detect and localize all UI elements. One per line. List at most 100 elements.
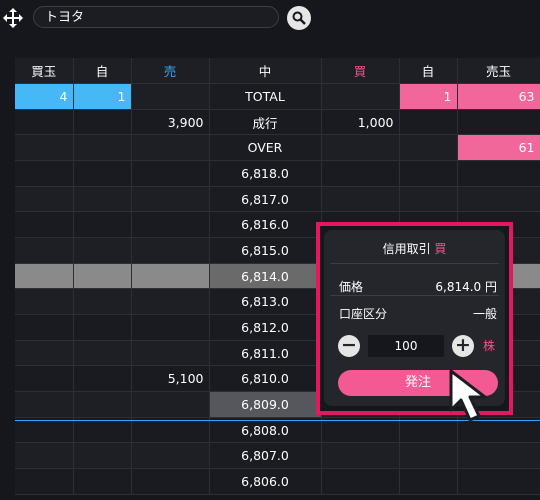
order-type-label: 信用取引 bbox=[382, 242, 431, 256]
board-cell[interactable] bbox=[73, 365, 132, 393]
board-price: 6,809.0 bbox=[209, 391, 322, 418]
board-price: 6,815.0 bbox=[209, 237, 322, 264]
board-cell[interactable] bbox=[457, 109, 540, 136]
pointer-cursor-icon bbox=[449, 369, 487, 422]
board-cell[interactable]: 3,900 bbox=[131, 109, 210, 136]
board-cell[interactable] bbox=[399, 442, 458, 469]
move-icon[interactable] bbox=[3, 8, 23, 28]
board-cell[interactable]: 1 bbox=[399, 83, 458, 110]
board-cell[interactable] bbox=[131, 417, 210, 444]
quantity-unit: 株 bbox=[483, 339, 496, 353]
board-cell[interactable] bbox=[73, 237, 132, 264]
board-cell[interactable]: 61 bbox=[457, 134, 540, 162]
board-cell[interactable] bbox=[15, 211, 74, 239]
account-type-label: 口座区分 bbox=[339, 307, 388, 321]
board-row: 6,818.0 bbox=[15, 160, 540, 187]
board-cell[interactable] bbox=[399, 468, 458, 495]
board-cell[interactable] bbox=[399, 186, 458, 213]
quantity-input[interactable]: 100 bbox=[368, 335, 444, 357]
board-price: 6,814.0 bbox=[209, 263, 322, 290]
board-cell[interactable] bbox=[457, 186, 540, 213]
board-cell[interactable] bbox=[131, 314, 210, 341]
board-cell[interactable] bbox=[457, 442, 540, 469]
board-cell[interactable] bbox=[73, 391, 132, 418]
board-cell[interactable] bbox=[73, 211, 132, 239]
board-cell[interactable] bbox=[15, 237, 74, 264]
board-cell[interactable]: 1 bbox=[73, 83, 132, 110]
board-price: 6,808.0 bbox=[209, 417, 322, 444]
board-cell[interactable] bbox=[73, 468, 132, 495]
board-row-over: OVER 61 bbox=[15, 134, 540, 162]
search-input[interactable]: トヨタ bbox=[33, 6, 279, 28]
board-cell[interactable] bbox=[321, 417, 400, 444]
board-cell[interactable] bbox=[131, 288, 210, 316]
board-cell[interactable] bbox=[321, 186, 400, 213]
board-cell[interactable] bbox=[15, 288, 74, 316]
board-cell[interactable] bbox=[73, 134, 132, 162]
board-cell[interactable] bbox=[399, 160, 458, 187]
board-cell[interactable] bbox=[15, 314, 74, 341]
board-cell[interactable] bbox=[73, 186, 132, 213]
board-cell[interactable] bbox=[15, 109, 74, 136]
board-price: 成行 bbox=[209, 109, 322, 136]
board-cell[interactable] bbox=[15, 160, 74, 187]
header-buy-position: 買玉 bbox=[15, 58, 74, 85]
header-own-buy: 自 bbox=[73, 58, 132, 85]
board-cell[interactable] bbox=[131, 186, 210, 213]
board-cell[interactable] bbox=[131, 134, 210, 162]
board-cell[interactable] bbox=[15, 340, 74, 367]
header-own-sell: 自 bbox=[399, 58, 458, 85]
board-cell[interactable] bbox=[73, 288, 132, 316]
minus-icon[interactable]: − bbox=[338, 335, 360, 357]
board-cell[interactable] bbox=[131, 160, 210, 187]
order-panel-title: 信用取引 買 bbox=[324, 240, 505, 257]
board-cell[interactable] bbox=[131, 237, 210, 264]
board-cell[interactable]: 4 bbox=[15, 83, 74, 110]
board-cell[interactable] bbox=[131, 340, 210, 367]
board-cell[interactable] bbox=[73, 340, 132, 367]
board-cell[interactable] bbox=[399, 109, 458, 136]
board-cell[interactable] bbox=[131, 83, 210, 110]
board-cell[interactable] bbox=[321, 442, 400, 469]
board-price: 6,818.0 bbox=[209, 160, 322, 187]
divider bbox=[330, 295, 499, 296]
board-cell[interactable] bbox=[73, 109, 132, 136]
board-cell[interactable] bbox=[73, 160, 132, 187]
board-cell[interactable] bbox=[131, 211, 210, 239]
search-icon bbox=[292, 11, 306, 25]
board-cell[interactable] bbox=[131, 391, 210, 418]
board-cell[interactable] bbox=[15, 417, 74, 444]
board-row-market: 3,900 成行 1,000 bbox=[15, 109, 540, 136]
search-button[interactable] bbox=[287, 6, 311, 30]
header-sell: 売 bbox=[131, 58, 210, 85]
board-cell[interactable] bbox=[131, 263, 210, 290]
board-cell[interactable] bbox=[321, 134, 400, 162]
board-cell[interactable] bbox=[73, 417, 132, 444]
board-cell[interactable] bbox=[15, 391, 74, 418]
board-cell[interactable] bbox=[131, 468, 210, 495]
plus-icon[interactable]: + bbox=[452, 335, 474, 357]
header-price: 中 bbox=[209, 58, 322, 85]
board-cell[interactable]: 1,000 bbox=[321, 109, 400, 136]
board-cell[interactable] bbox=[15, 365, 74, 393]
board-cell[interactable] bbox=[73, 263, 132, 290]
board-cell[interactable] bbox=[321, 160, 400, 187]
board-cell[interactable] bbox=[321, 468, 400, 495]
board-cell[interactable] bbox=[73, 442, 132, 469]
board-cell[interactable] bbox=[457, 468, 540, 495]
board-cell[interactable]: 63 bbox=[457, 83, 540, 110]
board-cell[interactable] bbox=[399, 134, 458, 162]
board-cell[interactable] bbox=[131, 442, 210, 469]
board-cell[interactable] bbox=[15, 134, 74, 162]
board-cell[interactable] bbox=[15, 442, 74, 469]
board-cell[interactable] bbox=[15, 468, 74, 495]
board-cell[interactable] bbox=[15, 263, 74, 290]
board-price: 6,807.0 bbox=[209, 442, 322, 469]
board-cell[interactable] bbox=[73, 314, 132, 341]
board-cell[interactable]: 5,100 bbox=[131, 365, 210, 393]
account-type-value[interactable]: 一般 bbox=[473, 305, 497, 322]
board-cell[interactable] bbox=[15, 186, 74, 213]
header-sell-position: 売玉 bbox=[457, 58, 540, 85]
board-cell[interactable] bbox=[321, 83, 400, 110]
board-cell[interactable] bbox=[457, 160, 540, 187]
